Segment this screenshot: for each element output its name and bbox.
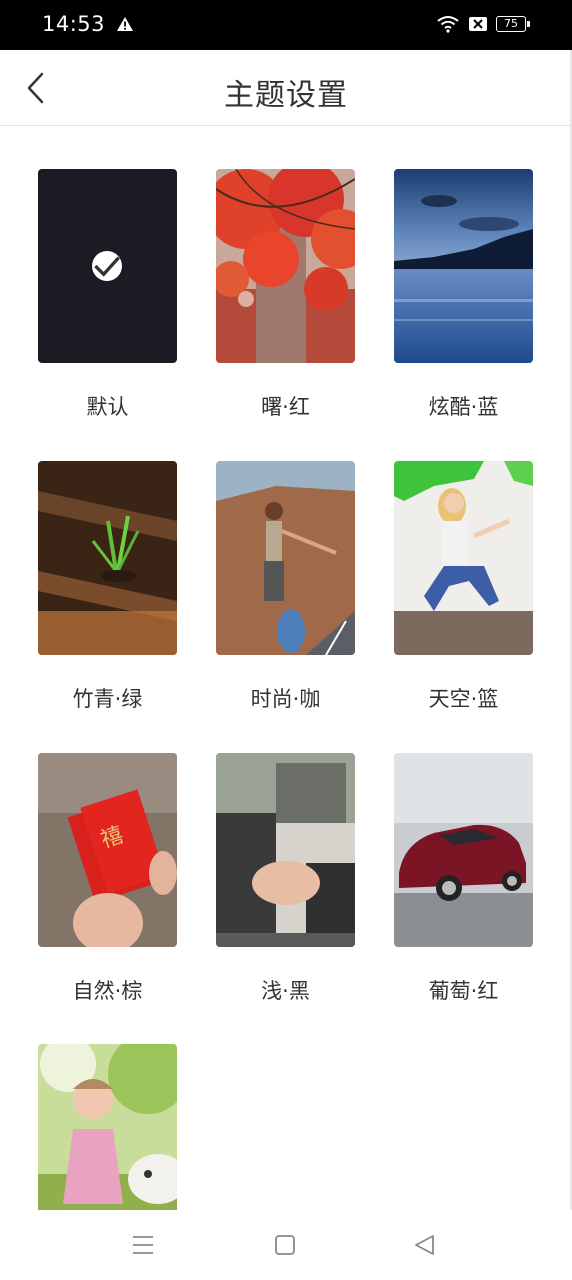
theme-thumbnail[interactable] <box>394 753 533 947</box>
theme-tile-baby[interactable] <box>38 1044 177 1210</box>
theme-thumbnail[interactable]: 禧 <box>38 753 177 947</box>
status-time: 14:53 <box>42 12 106 36</box>
theme-label: 炫酷·蓝 <box>428 395 499 419</box>
theme-tile-green[interactable]: 竹青·绿 <box>38 461 177 713</box>
warning-icon <box>116 16 134 36</box>
sprout-rail-image <box>38 461 177 655</box>
theme-thumbnail[interactable] <box>394 169 533 363</box>
theme-label: 天空·篮 <box>428 687 499 711</box>
theme-label: 时尚·咖 <box>250 687 321 711</box>
theme-label: 竹青·绿 <box>72 687 143 711</box>
header: 主题设置 <box>0 50 572 126</box>
autumn-leaves-image <box>216 169 355 363</box>
theme-tile-blue[interactable]: 炫酷·蓝 <box>394 169 533 421</box>
theme-label: 曙·红 <box>261 395 310 419</box>
red-car-image <box>394 753 533 947</box>
lake-dusk-image <box>394 169 533 363</box>
red-envelope-image: 禧 <box>38 753 177 947</box>
checkmark-icon <box>92 251 122 281</box>
home-icon[interactable] <box>272 1232 298 1258</box>
painter-girl-image <box>394 461 533 655</box>
no-sim-icon <box>468 16 488 36</box>
page-title: 主题设置 <box>224 78 348 113</box>
theme-thumbnail[interactable] <box>38 1044 177 1210</box>
battery-level: 75 <box>504 17 518 30</box>
theme-thumbnail[interactable] <box>394 461 533 655</box>
theme-thumbnail[interactable] <box>216 169 355 363</box>
theme-tile-lightblack[interactable]: 浅·黑 <box>216 753 355 1005</box>
theme-label: 浅·黑 <box>261 979 310 1003</box>
navigation-bar <box>0 1210 572 1280</box>
theme-tile-default[interactable]: 默认 <box>38 169 177 421</box>
theme-label: 默认 <box>86 395 129 419</box>
battery-tip <box>527 21 530 27</box>
theme-thumbnail[interactable] <box>216 461 355 655</box>
theme-tile-coffee[interactable]: 时尚·咖 <box>216 461 355 713</box>
theme-thumbnail[interactable] <box>38 169 177 363</box>
wifi-icon <box>436 14 460 38</box>
theme-label: 自然·棕 <box>72 979 143 1003</box>
theme-label: 葡萄·红 <box>428 979 499 1003</box>
theme-tile-brown[interactable]: 禧 自然·棕 <box>38 753 177 1005</box>
theme-tile-sky[interactable]: 天空·篮 <box>394 461 533 713</box>
theme-thumbnail[interactable] <box>216 753 355 947</box>
hiker-desert-image <box>216 461 355 655</box>
menu-icon[interactable] <box>130 1232 156 1258</box>
back-triangle-icon[interactable] <box>412 1232 438 1258</box>
baby-dog-image <box>38 1044 177 1210</box>
theme-tile-grape[interactable]: 葡萄·红 <box>394 753 533 1005</box>
battery-icon: 75 <box>496 16 526 32</box>
handshake-image <box>216 753 355 947</box>
theme-thumbnail[interactable] <box>38 461 177 655</box>
status-bar: 14:53 75 <box>0 0 572 50</box>
theme-tile-red[interactable]: 曙·红 <box>216 169 355 421</box>
